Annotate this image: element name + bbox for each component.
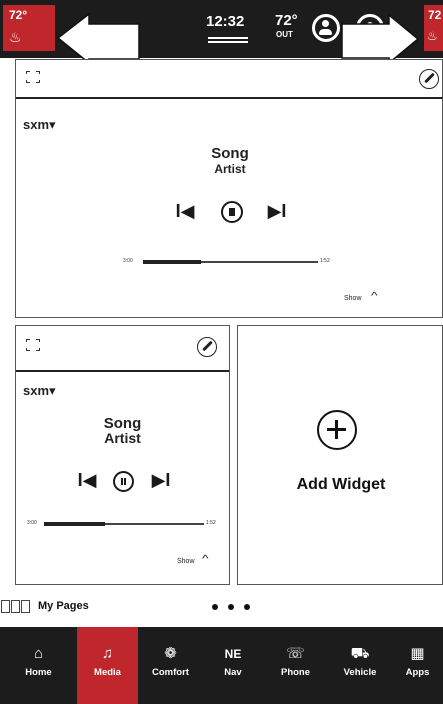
artist-name: Artist bbox=[104, 430, 141, 446]
nav-phone[interactable]: ☏ Phone bbox=[263, 627, 328, 704]
artist-name: Artist bbox=[214, 162, 246, 176]
nav-label: Vehicle bbox=[343, 667, 377, 678]
car-icon: ⛟ bbox=[350, 645, 370, 662]
edit-icon[interactable] bbox=[419, 69, 439, 89]
clock: 12:32 bbox=[206, 13, 245, 30]
nav-label: Nav bbox=[224, 667, 242, 678]
fan-icon: ❁ bbox=[164, 645, 177, 662]
progress-bar[interactable] bbox=[44, 522, 204, 526]
media-widget-large[interactable]: sxm▾ Song Artist I◀ ▶I 3:00 1:52 Show ^ bbox=[15, 59, 443, 318]
nav-media[interactable]: ♫ Media bbox=[77, 627, 138, 704]
pause-button[interactable] bbox=[221, 201, 243, 223]
nav-nav[interactable]: NE Nav bbox=[203, 627, 263, 704]
nav-comfort[interactable]: ❁ Comfort bbox=[138, 627, 203, 704]
my-pages-label[interactable]: My Pages bbox=[38, 600, 89, 612]
next-track-button[interactable]: ▶I bbox=[146, 471, 176, 489]
next-track-button[interactable]: ▶I bbox=[262, 202, 292, 220]
page-indicator-dot[interactable] bbox=[244, 604, 250, 610]
apps-grid-icon: ▦ bbox=[410, 645, 425, 662]
passenger-climate-button[interactable]: 72 ♨ bbox=[424, 5, 443, 51]
pause-button[interactable] bbox=[113, 471, 134, 492]
header-divider bbox=[16, 97, 443, 99]
show-label[interactable]: Show bbox=[177, 558, 195, 565]
page-indicator-dot[interactable] bbox=[228, 604, 234, 610]
song-title: Song bbox=[211, 145, 249, 162]
music-note-icon: ♫ bbox=[101, 645, 114, 662]
nav-label: Comfort bbox=[152, 667, 189, 678]
pages-icon[interactable] bbox=[1, 600, 32, 613]
seat-heat-icon: ♨ bbox=[9, 29, 22, 45]
passenger-temp: 72 bbox=[428, 8, 442, 22]
edit-icon[interactable] bbox=[197, 337, 217, 357]
nav-label: Phone bbox=[280, 667, 311, 678]
home-icon: ⌂ bbox=[33, 645, 44, 662]
nav-home[interactable]: ⌂ Home bbox=[0, 627, 77, 704]
nav-label: Apps bbox=[405, 667, 430, 678]
phone-icon: ☏ bbox=[286, 645, 305, 662]
elapsed-time: 3:00 bbox=[123, 258, 133, 264]
nav-apps[interactable]: ▦ Apps bbox=[392, 627, 443, 704]
source-selector[interactable]: sxm▾ bbox=[23, 117, 56, 133]
status-bar: 72° ♨ 12:32 72° OUT 72 ♨ bbox=[0, 0, 443, 58]
previous-track-button[interactable]: I◀ bbox=[170, 202, 200, 220]
previous-track-button[interactable]: I◀ bbox=[72, 471, 102, 489]
progress-fill bbox=[143, 260, 201, 264]
total-time: 1:52 bbox=[206, 520, 216, 526]
nav-label: Media bbox=[94, 667, 121, 678]
driver-climate-button[interactable]: 72° ♨ bbox=[3, 5, 55, 51]
add-widget-label: Add Widget bbox=[296, 476, 386, 493]
chevron-up-icon[interactable]: ^ bbox=[371, 291, 378, 302]
chevron-up-icon[interactable]: ^ bbox=[202, 554, 209, 565]
progress-bar[interactable] bbox=[143, 260, 318, 264]
profile-icon[interactable] bbox=[312, 14, 340, 42]
bottom-nav: ⌂ Home ♫ Media ❁ Comfort NE Nav ☏ Phone … bbox=[0, 627, 443, 704]
progress-fill bbox=[44, 522, 105, 526]
driver-temp: 72° bbox=[9, 8, 28, 22]
compass-icon: NE bbox=[224, 647, 242, 661]
show-label[interactable]: Show bbox=[344, 295, 362, 302]
expand-icon[interactable] bbox=[26, 71, 40, 83]
source-selector[interactable]: sxm▾ bbox=[23, 383, 56, 399]
media-widget-small[interactable]: sxm▾ Song Artist I◀ ▶I 3:00 1:52 Show ^ bbox=[15, 325, 230, 585]
nav-vehicle[interactable]: ⛟ Vehicle bbox=[328, 627, 392, 704]
add-icon[interactable] bbox=[317, 410, 357, 450]
clock-divider bbox=[208, 37, 248, 43]
notification-icon[interactable] bbox=[356, 14, 384, 42]
total-time: 1:52 bbox=[320, 258, 330, 264]
outside-temp: 72° bbox=[275, 12, 298, 29]
seat-heat-icon: ♨ bbox=[427, 29, 438, 43]
elapsed-time: 3:00 bbox=[27, 520, 37, 526]
page-indicator-dot[interactable] bbox=[212, 604, 218, 610]
add-widget-card[interactable]: Add Widget bbox=[237, 325, 443, 585]
outside-temp-label: OUT bbox=[276, 30, 293, 39]
nav-label: Home bbox=[25, 667, 52, 678]
expand-icon[interactable] bbox=[26, 339, 40, 351]
header-divider bbox=[16, 370, 229, 372]
